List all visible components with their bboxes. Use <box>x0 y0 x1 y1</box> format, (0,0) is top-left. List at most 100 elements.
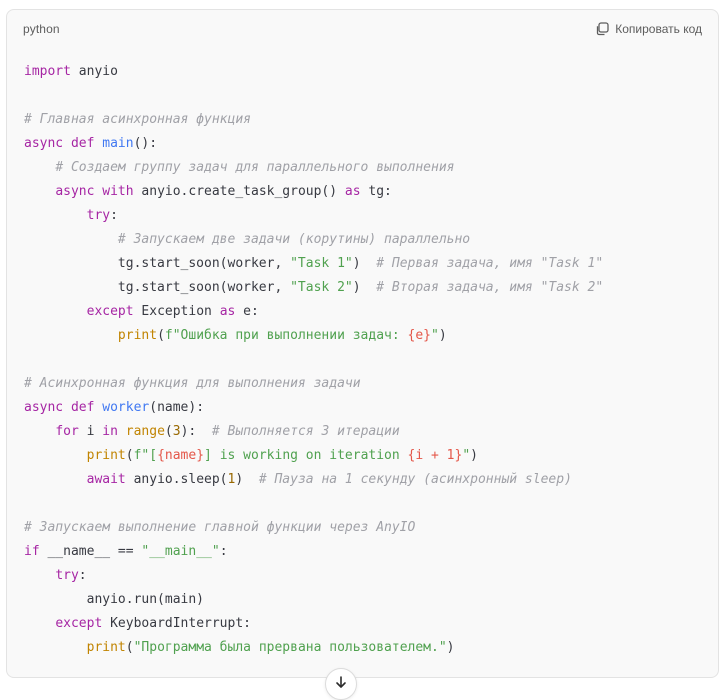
code-block: python Копировать код import anyio # Гла… <box>6 9 719 678</box>
code-token-comment: # Асинхронная функция для выполнения зад… <box>24 376 361 391</box>
code-token-builtin: print <box>117 328 158 343</box>
code-token-plain: i <box>78 424 103 439</box>
code-line: # Запускаем выполнение главной функции ч… <box>24 516 603 540</box>
code-token-comment: # Пауза на 1 секунду (асинхронный sleep) <box>258 472 572 487</box>
code-token-string: "Программа была прервана пользователем." <box>133 640 447 655</box>
code-token-plain: anyio.sleep( <box>125 472 228 487</box>
code-token-keyword: await <box>86 472 126 487</box>
code-token-keyword: try <box>86 208 111 223</box>
arrow-down-icon <box>334 675 348 694</box>
code-token-plain: ) <box>470 448 478 463</box>
code-token-comment: # Главная асинхронная функция <box>24 112 251 127</box>
code-line: except Exception as e: <box>24 300 603 324</box>
code-token-string: f"[ <box>133 448 158 463</box>
code-token-plain: (): <box>133 136 158 151</box>
code-token-interp: {e} <box>407 328 432 343</box>
code-line: tg.start_soon(worker, "Task 1") # Первая… <box>24 252 603 276</box>
code-token-plain: tg.start_soon(worker, <box>24 256 291 271</box>
code-token-comment: # Создаем группу задач для параллельного… <box>55 160 455 175</box>
code-token-keyword: except <box>55 616 103 631</box>
code-line: anyio.run(main) <box>24 588 603 612</box>
code-token-plain: tg: <box>360 184 392 199</box>
code-token-plain: e: <box>235 304 259 319</box>
code-token-plain: : <box>219 544 228 559</box>
code-token-string: ] is working on iteration <box>204 448 408 463</box>
code-token-plain: anyio <box>70 64 118 79</box>
code-line: try: <box>24 564 603 588</box>
copy-code-label: Копировать код <box>615 22 702 36</box>
code-token-string: "__main__" <box>141 544 220 559</box>
code-token-string: f"Ошибка при выполнении задач: <box>164 328 408 343</box>
code-token-comment: # Первая задача, имя "Task 1" <box>376 256 604 271</box>
code-token-string: " <box>462 448 471 463</box>
code-token-keyword: in <box>102 424 118 439</box>
code-token-keyword: try <box>55 568 79 583</box>
code-token-interp: {i + 1} <box>407 448 463 463</box>
code-token-string: "Task 2" <box>290 280 353 295</box>
code-token-plain: ( <box>125 640 134 655</box>
code-line: await anyio.sleep(1) # Пауза на 1 секунд… <box>24 468 603 492</box>
code-line: import anyio <box>24 60 603 84</box>
code-token-plain: ) <box>446 640 455 655</box>
code-token-comment: # Запускаем выполнение главной функции ч… <box>24 520 416 535</box>
scroll-down-button[interactable] <box>325 668 357 700</box>
code-line: print(f"[{name}] is working on iteration… <box>24 444 603 468</box>
code-line: async def worker(name): <box>24 396 603 420</box>
code-line: async with anyio.create_task_group() as … <box>24 180 603 204</box>
code-token-plain: ) <box>438 328 447 343</box>
code-token-comment: # Выполняется 3 итерации <box>211 424 400 439</box>
code-token-builtin: range <box>125 424 165 439</box>
code-token-plain: tg.start_soon(worker, <box>24 280 291 295</box>
code-line: try: <box>24 204 603 228</box>
code-token-keyword: as <box>344 184 361 199</box>
code-token-keyword: if <box>24 544 40 559</box>
code-line: print(f"Ошибка при выполнении задач: {e}… <box>24 324 603 348</box>
code-token-keyword: import <box>24 64 71 79</box>
code-token-string: " <box>431 328 439 343</box>
code-token-plain: ) <box>352 280 377 295</box>
code-token-plain: ) <box>235 472 259 487</box>
code-token-keyword: as <box>219 304 236 319</box>
code-line: tg.start_soon(worker, "Task 2") # Вторая… <box>24 276 603 300</box>
code-line: # Создаем группу задач для параллельного… <box>24 156 603 180</box>
code-token-builtin: print <box>86 640 126 655</box>
code-token-keyword: def <box>70 136 95 151</box>
code-token-plain: ): <box>180 424 212 439</box>
code-token-func: main <box>102 136 134 151</box>
code-token-plain: : <box>78 568 87 583</box>
code-line: except KeyboardInterrupt: <box>24 612 603 636</box>
copy-code-button[interactable]: Копировать код <box>595 22 702 36</box>
code-token-keyword: async <box>55 184 95 199</box>
code-token-keyword: async <box>24 400 64 415</box>
code-token-plain: anyio.create_task_group() <box>133 184 345 199</box>
code-token-plain: (name): <box>149 400 205 415</box>
code-line: async def main(): <box>24 132 603 156</box>
code-token-string: "Task 1" <box>290 256 353 271</box>
code-token-keyword: except <box>86 304 134 319</box>
code-token-number: 3 <box>172 424 181 439</box>
code-content[interactable]: import anyio # Главная асинхронная функц… <box>24 60 603 660</box>
code-line: # Запускаем две задачи (корутины) паралл… <box>24 228 603 252</box>
code-line: # Главная асинхронная функция <box>24 108 603 132</box>
code-block-header: python Копировать код <box>7 10 718 48</box>
code-token-func: worker <box>102 400 150 415</box>
code-line: # Асинхронная функция для выполнения зад… <box>24 372 603 396</box>
code-token-plain: ( <box>164 424 173 439</box>
code-token-comment: # Вторая задача, имя "Task 2" <box>376 280 604 295</box>
code-token-interp: {name} <box>157 448 205 463</box>
code-token-plain: : <box>110 208 118 223</box>
